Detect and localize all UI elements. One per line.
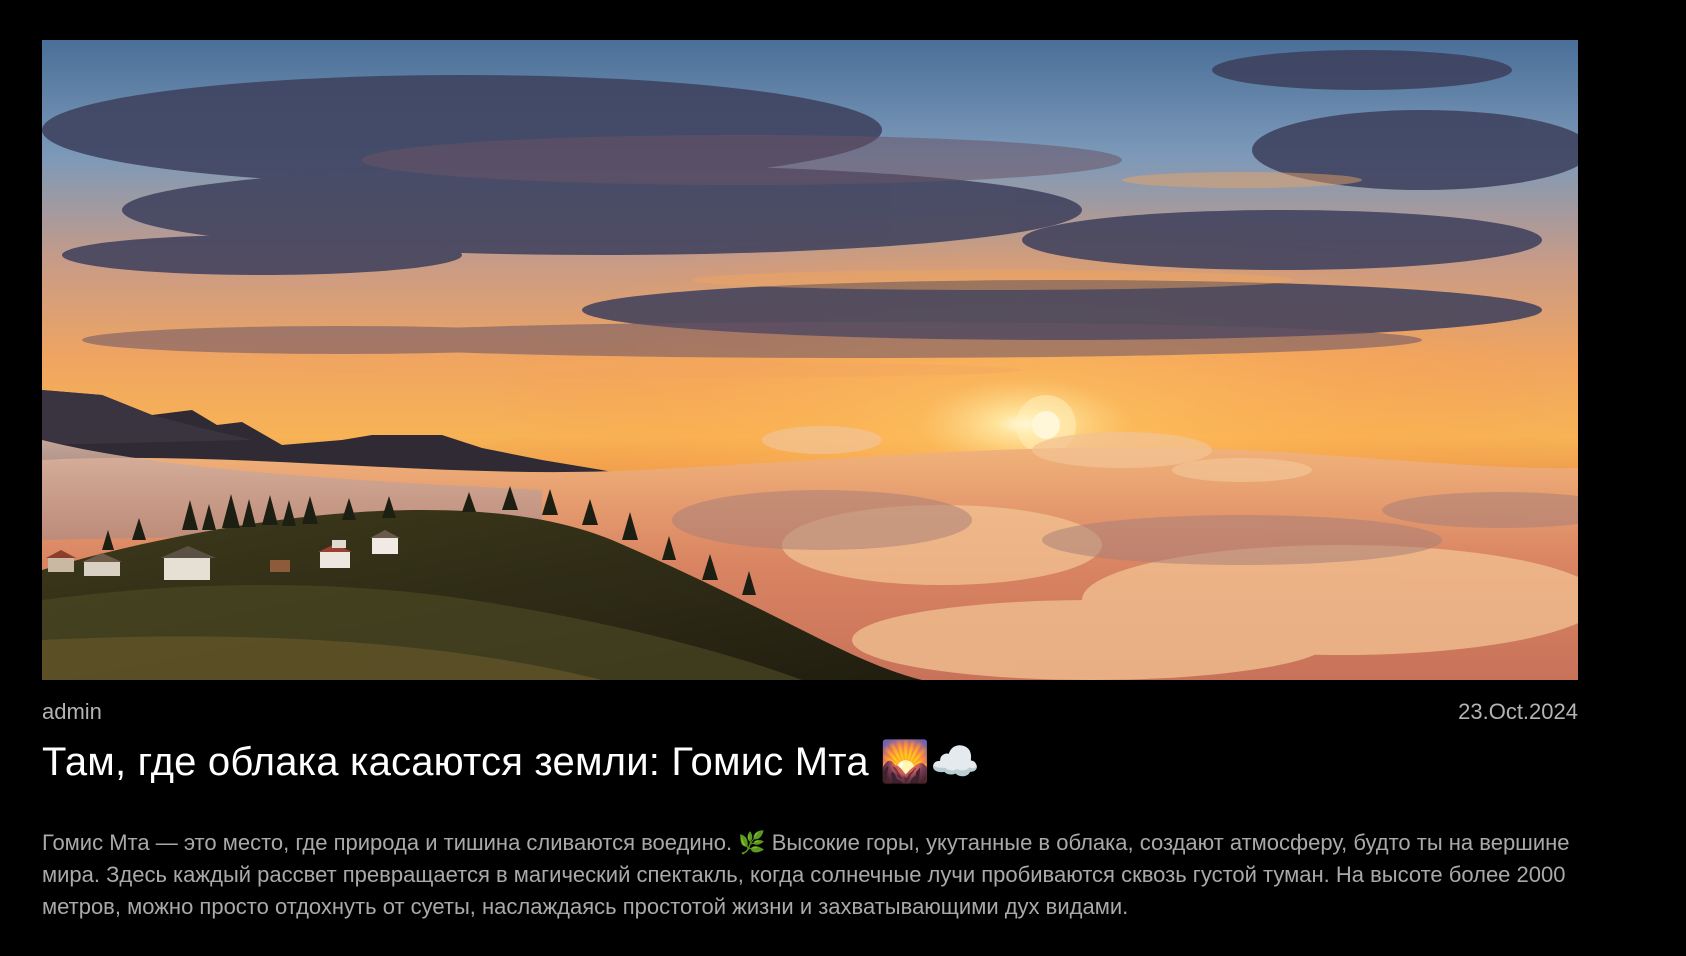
post-body: Гомис Мта — это место, где природа и тиш…	[42, 830, 1570, 919]
post-title[interactable]: Там, где облака касаются земли: Гомис Мт…	[42, 739, 1578, 785]
sunset-landscape-image	[42, 40, 1578, 680]
post-meta: admin 23.Oct.2024	[42, 699, 1578, 725]
post-hero-image[interactable]	[42, 40, 1578, 680]
post-author[interactable]: admin	[42, 699, 102, 725]
post-date: 23.Oct.2024	[1458, 699, 1578, 724]
blog-post: admin 23.Oct.2024 Там, где облака касают…	[42, 40, 1578, 923]
